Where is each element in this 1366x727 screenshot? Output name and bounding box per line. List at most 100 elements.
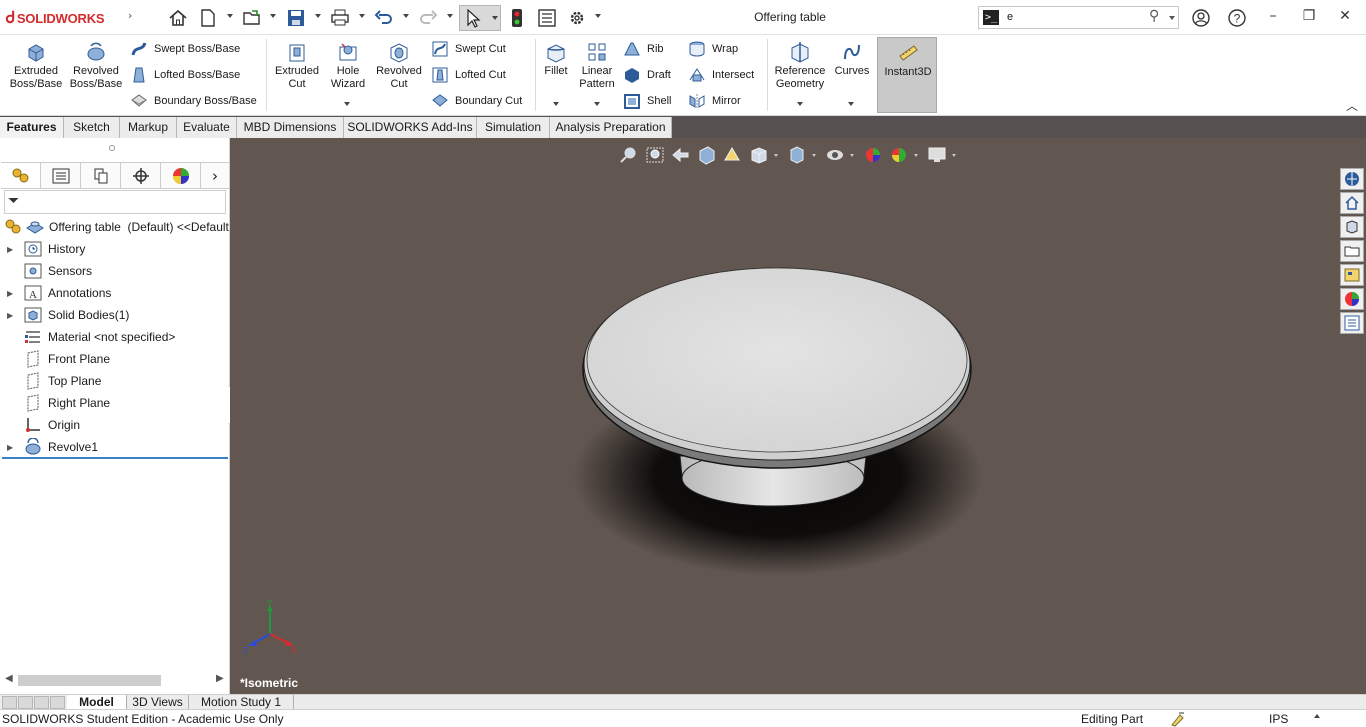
mirror-button[interactable]: Mirror <box>688 90 741 112</box>
tab-model[interactable]: Model <box>67 695 127 709</box>
linear-pattern-dropdown-icon[interactable] <box>594 102 600 106</box>
design-library-icon[interactable] <box>1340 192 1364 214</box>
property-manager-tab[interactable] <box>41 163 81 188</box>
tree-root-part[interactable]: Offering table (Default) <<Default <box>4 216 230 238</box>
panel-grip-handle[interactable] <box>109 145 115 151</box>
search-icon[interactable]: ⚲ <box>1149 8 1159 24</box>
curves-button[interactable]: Curves <box>831 41 873 78</box>
revolved-boss-button[interactable]: Revolved Boss/Base <box>68 41 124 91</box>
instant3d-button[interactable]: Instant3D <box>877 37 937 113</box>
tree-item-annotations[interactable]: ▶ A Annotations <box>0 282 228 304</box>
tree-item-origin[interactable]: Origin <box>0 414 228 436</box>
minimize-button[interactable]: – <box>1263 8 1283 28</box>
tab-evaluate[interactable]: Evaluate <box>177 117 237 138</box>
user-account-icon[interactable] <box>1191 8 1211 28</box>
graphics-area[interactable]: Y X Z *Isometric <box>230 138 1366 694</box>
tree-filter[interactable]: ⏷ <box>4 190 226 214</box>
select-button[interactable] <box>459 5 501 31</box>
expand-arrow-icon[interactable]: ▶ <box>7 245 17 254</box>
solidworks-resources-icon[interactable] <box>1340 168 1364 190</box>
tab-solidworks-add-ins[interactable]: SOLIDWORKS Add-Ins <box>344 117 477 138</box>
close-button[interactable]: ✕ <box>1335 8 1355 28</box>
swept-boss-button[interactable]: Swept Boss/Base <box>130 38 240 60</box>
rib-button[interactable]: Rib <box>623 38 664 60</box>
tree-item-top-plane[interactable]: Top Plane <box>0 370 228 392</box>
more-tabs-icon[interactable]: › <box>201 163 229 188</box>
revolved-cut-button[interactable]: Revolved Cut <box>372 41 426 91</box>
configuration-manager-tab[interactable] <box>81 163 121 188</box>
tree-item-solid-bodies[interactable]: ▶ Solid Bodies(1) <box>0 304 228 326</box>
search-dropdown-icon[interactable] <box>1169 16 1175 20</box>
file-properties-icon[interactable] <box>537 8 557 28</box>
extruded-cut-button[interactable]: Extruded Cut <box>270 41 324 91</box>
scroll-left-icon[interactable]: ◀ <box>5 673 13 684</box>
lofted-boss-button[interactable]: Lofted Boss/Base <box>130 64 240 86</box>
linear-pattern-button[interactable]: Linear Pattern <box>575 41 619 91</box>
new-document-icon[interactable] <box>198 8 218 28</box>
reference-geometry-dropdown-icon[interactable] <box>797 102 803 106</box>
dimxpert-manager-tab[interactable] <box>121 163 161 188</box>
tab-simulation[interactable]: Simulation <box>477 117 550 138</box>
swept-cut-button[interactable]: Swept Cut <box>431 38 506 60</box>
offering-table-model[interactable] <box>230 138 1366 694</box>
home-icon[interactable] <box>168 8 188 28</box>
custom-properties-icon[interactable] <box>1340 312 1364 334</box>
wrap-button[interactable]: Wrap <box>688 38 738 60</box>
scrollbar-thumb[interactable] <box>18 675 161 686</box>
new-dropdown-icon[interactable] <box>227 14 233 18</box>
shell-button[interactable]: Shell <box>623 90 671 112</box>
tab-3d-views[interactable]: 3D Views <box>127 695 189 709</box>
tab-markup[interactable]: Markup <box>120 117 177 138</box>
expand-arrow-icon[interactable]: ▶ <box>7 289 17 298</box>
menu-expand-icon[interactable]: › <box>128 9 132 22</box>
options-dropdown-icon[interactable] <box>595 14 601 18</box>
extruded-boss-button[interactable]: Extruded Boss/Base <box>6 41 66 91</box>
previous-tab-button[interactable] <box>18 696 33 709</box>
unit-system-button[interactable]: IPS <box>1269 710 1288 727</box>
next-tab-button[interactable] <box>34 696 49 709</box>
scenes-icon[interactable] <box>1340 288 1364 310</box>
tree-item-front-plane[interactable]: Front Plane <box>0 348 228 370</box>
hole-wizard-dropdown-icon[interactable] <box>344 102 350 106</box>
curves-dropdown-icon[interactable] <box>848 102 854 106</box>
horizontal-scrollbar[interactable]: ◀ ▶ <box>0 671 228 689</box>
solidworks-logo[interactable]: Ꮷ SOLIDWORKS <box>6 8 105 28</box>
expand-arrow-icon[interactable]: ▶ <box>7 443 17 452</box>
hole-wizard-button[interactable]: Hole Wizard <box>326 41 370 91</box>
units-menu-icon[interactable] <box>1314 714 1320 718</box>
undo-icon[interactable] <box>374 8 394 28</box>
tree-item-revolve1[interactable]: ▶ Revolve1 <box>0 436 228 458</box>
redo-icon[interactable] <box>418 8 438 28</box>
options-icon[interactable] <box>567 8 587 28</box>
tree-item-right-plane[interactable]: Right Plane <box>0 392 228 414</box>
rebuild-status-icon[interactable] <box>1170 711 1186 727</box>
feature-manager-tree-tab[interactable] <box>1 163 41 188</box>
save-dropdown-icon[interactable] <box>315 14 321 18</box>
search-box[interactable]: >_ e ⚲ <box>978 6 1179 29</box>
tab-features[interactable]: Features <box>0 117 64 138</box>
collapse-ribbon-icon[interactable]: ︿ <box>1346 97 1358 114</box>
fillet-dropdown-icon[interactable] <box>553 102 559 106</box>
appearances-icon[interactable] <box>1340 264 1364 286</box>
fillet-button[interactable]: Fillet <box>539 41 573 78</box>
scroll-right-icon[interactable]: ▶ <box>216 673 224 684</box>
tree-item-sensors[interactable]: Sensors <box>0 260 228 282</box>
reference-geometry-button[interactable]: Reference Geometry <box>771 41 829 91</box>
save-icon[interactable] <box>286 8 306 28</box>
boundary-cut-button[interactable]: Boundary Cut <box>431 90 522 112</box>
tree-item-history[interactable]: ▶ History <box>0 238 228 260</box>
tab-sketch[interactable]: Sketch <box>64 117 120 138</box>
file-explorer-icon[interactable] <box>1340 216 1364 238</box>
draft-button[interactable]: Draft <box>623 64 671 86</box>
search-input[interactable]: e <box>1007 11 1013 23</box>
restore-button[interactable]: ❐ <box>1299 8 1319 28</box>
tab-motion-study-1[interactable]: Motion Study 1 <box>189 695 294 709</box>
intersect-button[interactable]: Intersect <box>688 64 754 86</box>
help-icon[interactable]: ? <box>1227 8 1247 28</box>
first-tab-button[interactable] <box>2 696 17 709</box>
undo-dropdown-icon[interactable] <box>403 14 409 18</box>
boundary-boss-button[interactable]: Boundary Boss/Base <box>130 90 257 112</box>
print-dropdown-icon[interactable] <box>359 14 365 18</box>
tree-item-material[interactable]: Material <not specified> <box>0 326 228 348</box>
display-manager-tab[interactable] <box>161 163 201 188</box>
